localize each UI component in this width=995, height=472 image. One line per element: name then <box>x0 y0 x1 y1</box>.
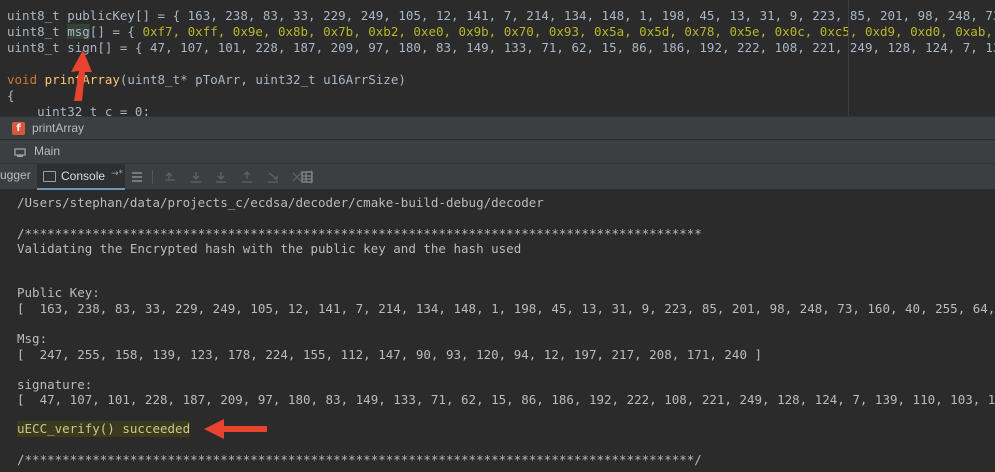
code-line-var-c: uint32_t c = 0; <box>7 104 150 116</box>
pin-tab-icon[interactable]: →* <box>111 169 123 179</box>
sign-values: 47, 107, 101, 228, 187, 209, 97, 180, 83… <box>150 40 995 55</box>
tab-console[interactable]: Console →* <box>37 164 125 190</box>
tab-main[interactable]: Main <box>34 144 60 158</box>
toolbar-divider <box>152 170 153 184</box>
code-line-publickey: uint8_t publicKey[] = { 163, 238, 83, 33… <box>7 8 995 24</box>
step-out-icon[interactable] <box>240 170 254 184</box>
code-line-sign: uint8_t sign[] = { 47, 107, 101, 228, 18… <box>7 40 995 56</box>
console-line-verify-result: uECC_verify() succeeded <box>17 421 191 437</box>
step-over-icon[interactable] <box>189 170 203 184</box>
code-editor[interactable]: uint8_t publicKey[] = { 163, 238, 83, 33… <box>0 0 995 116</box>
annotation-arrow-left <box>204 419 267 439</box>
console-line-signature-values: [ 47, 107, 101, 228, 187, 209, 97, 180, … <box>17 392 995 407</box>
console-line-publickey-values: [ 163, 238, 83, 33, 229, 249, 105, 12, 1… <box>17 301 995 316</box>
debug-tab-bar: Main <box>0 140 995 164</box>
show-execution-point-icon[interactable] <box>163 170 177 184</box>
editor-right-margin <box>848 0 849 116</box>
var-msg: msg <box>67 24 90 39</box>
debug-bug-icon <box>14 148 26 157</box>
menu-lines-icon[interactable] <box>130 170 144 184</box>
publickey-values: 163, 238, 83, 33, 229, 249, 105, 12, 141… <box>187 8 995 23</box>
console-line-msg-values: [ 247, 255, 158, 139, 123, 178, 224, 155… <box>17 347 763 362</box>
tab-debugger[interactable]: ugger <box>0 168 31 182</box>
code-line-msg: uint8_t msg[] = { 0xf7, 0xff, 0x9e, 0x8b… <box>7 24 995 40</box>
console-line-signature-label: signature: <box>17 377 93 392</box>
console-line-publickey-label: Public Key: <box>17 285 100 300</box>
function-badge-icon: f <box>12 122 25 135</box>
annotation-arrow-up <box>71 50 92 101</box>
table-view-icon[interactable] <box>300 170 314 184</box>
console-output[interactable]: /Users/stephan/data/projects_c/ecdsa/dec… <box>0 190 995 472</box>
fn-params: (uint8_t* pToArr, uint32_t u16ArrSize) <box>119 72 406 87</box>
kw-void: void <box>7 72 45 87</box>
console-line-path: /Users/stephan/data/projects_c/ecdsa/dec… <box>17 195 544 210</box>
console-toolbar: ugger Console →* <box>0 164 995 190</box>
console-line-heading: Validating the Encrypted hash with the p… <box>17 241 522 256</box>
msg-values: 0xf7, 0xff, 0x9e, 0x8b, 0x7b, 0xb2, 0xe0… <box>142 24 995 39</box>
console-line-msg-label: Msg: <box>17 331 48 346</box>
breadcrumb-printarray[interactable]: printArray <box>32 121 84 135</box>
console-line-separator-bottom: /***************************************… <box>17 452 702 467</box>
tab-console-label: Console <box>61 169 106 183</box>
console-icon <box>43 171 56 182</box>
run-to-cursor-icon[interactable] <box>266 170 280 184</box>
step-into-icon[interactable] <box>214 170 228 184</box>
breadcrumb: f printArray <box>0 116 995 140</box>
console-line-separator-top: /***************************************… <box>17 226 702 241</box>
var-publickey: publicKey <box>67 8 135 23</box>
code-line-brace: { <box>7 88 15 103</box>
